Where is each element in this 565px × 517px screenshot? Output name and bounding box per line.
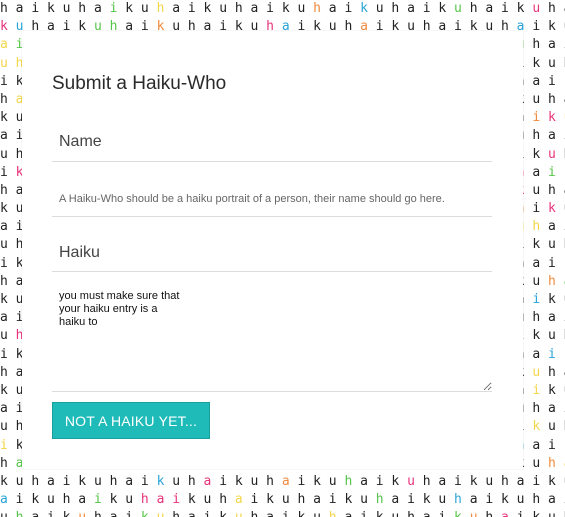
name-field[interactable]	[52, 123, 492, 162]
submission-card: Submit a Haiku-Who NOT A HAIKU YET...	[22, 31, 523, 469]
background-letter-row: a i k u h a i k u h a i k u h a i k u h …	[0, 492, 565, 508]
description-field[interactable]	[52, 181, 492, 217]
haiku-body-textarea[interactable]	[52, 286, 492, 392]
background-letter-row: k u h a i k u h a i k u h a i k u h a i …	[0, 473, 565, 489]
background-letter-row: u h a i k u h a i k u h a i k u h a i k …	[0, 509, 565, 517]
haiku-title-field[interactable]	[52, 234, 492, 272]
background-letter-row: h a i k u h a i k u h a i k u h a i k u …	[0, 1, 565, 16]
submit-button[interactable]: NOT A HAIKU YET...	[52, 402, 210, 439]
form-title: Submit a Haiku-Who	[52, 73, 227, 94]
